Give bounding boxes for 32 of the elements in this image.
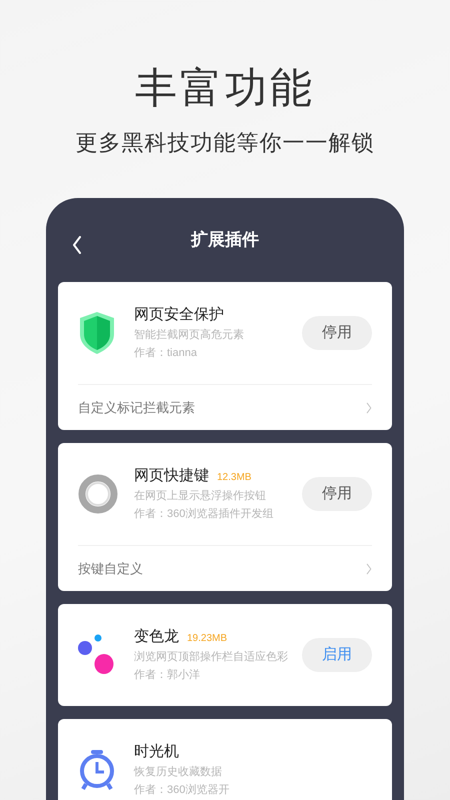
alarm-clock-icon <box>78 749 116 791</box>
toggle-button[interactable]: 启用 <box>302 638 372 672</box>
plugin-size: 19.23MB <box>187 632 228 646</box>
settings-label: 自定义标记拦截元素 <box>78 398 195 417</box>
chevron-right-icon <box>366 402 372 414</box>
shield-icon <box>78 310 116 356</box>
plugin-author: 作者：360浏览器开 <box>134 782 230 798</box>
plugin-size: 12.3MB <box>217 471 252 485</box>
plugin-description: 恢复历史收藏数据 <box>134 764 223 780</box>
toggle-button[interactable]: 停用 <box>302 477 372 511</box>
settings-row[interactable]: 自定义标记拦截元素 <box>78 384 372 430</box>
back-icon <box>72 236 82 254</box>
screen-title: 扩展插件 <box>191 229 259 252</box>
colored-dots-icon <box>78 634 114 676</box>
plugin-description: 在网页上显示悬浮操作按钮 <box>134 489 267 504</box>
toggle-button[interactable]: 停用 <box>302 316 372 350</box>
plugin-name: 网页快捷键 <box>134 466 209 486</box>
settings-label: 按键自定义 <box>78 560 143 578</box>
plugin-author: 作者：360浏览器插件开发组 <box>134 506 274 522</box>
plugin-name: 网页安全保护 <box>134 305 224 325</box>
back-button[interactable] <box>70 234 84 256</box>
plugin-author: 作者：tianna <box>134 346 198 361</box>
plugin-name: 变色龙 <box>134 627 179 647</box>
plugin-name: 时光机 <box>134 742 179 762</box>
subtitle: 更多黑科技功能等你一一解锁 <box>76 129 374 157</box>
plugin-description: 浏览网页顶部操作栏自适应色彩 <box>134 650 289 665</box>
chevron-right-icon <box>366 562 372 574</box>
ring-icon <box>78 474 118 514</box>
plugin-description: 智能拦截网页高危元素 <box>134 328 245 343</box>
settings-row[interactable]: 按键自定义 <box>78 545 372 591</box>
headline: 丰富功能 <box>135 63 315 113</box>
plugin-author: 作者：郭小洋 <box>134 668 201 683</box>
